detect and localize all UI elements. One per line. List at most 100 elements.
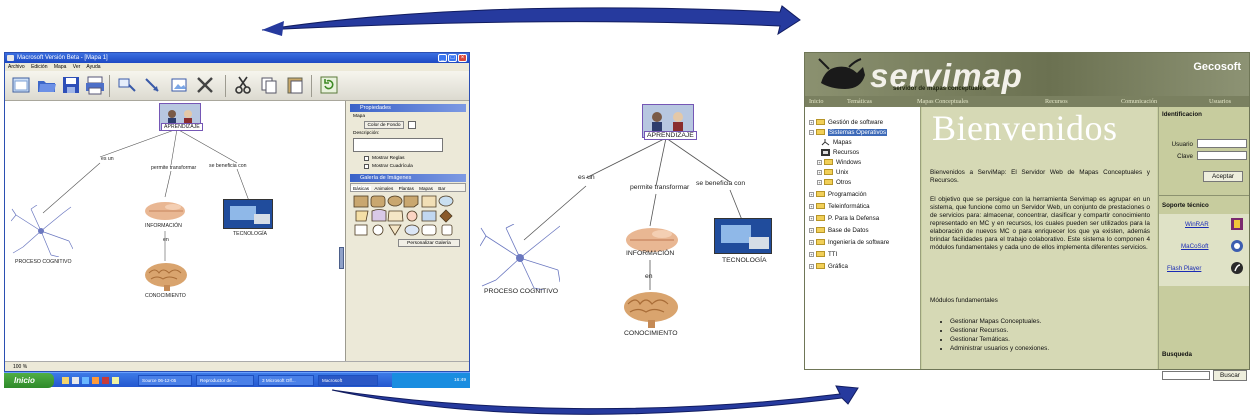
tree-item-teleinformatica[interactable]: + Teleinformática: [809, 203, 870, 210]
password-input[interactable]: [1197, 151, 1247, 160]
task-source[interactable]: Source 06-12-05: [138, 375, 192, 386]
nav-mapas-conceptuales[interactable]: Mapas Conceptuales: [917, 96, 968, 107]
tab-basicas[interactable]: Básicas: [351, 186, 372, 191]
start-button[interactable]: Inicio: [4, 373, 54, 388]
shape-gallery[interactable]: [352, 194, 464, 238]
search-input[interactable]: [1162, 371, 1210, 380]
accept-button[interactable]: Aceptar: [1203, 171, 1243, 182]
search-button[interactable]: Buscar: [1213, 370, 1247, 381]
refresh-icon[interactable]: [319, 75, 339, 95]
expand-icon[interactable]: +: [809, 239, 814, 245]
zoom-level[interactable]: 100 %: [13, 364, 27, 370]
flash-player-link[interactable]: Flash Player: [1167, 265, 1201, 272]
menu-mapa[interactable]: Mapa: [54, 64, 67, 70]
menu-edicion[interactable]: Edición: [31, 64, 47, 70]
user-input[interactable]: [1197, 139, 1247, 148]
show-grid-checkbox[interactable]: [364, 164, 369, 169]
open-folder-icon[interactable]: [37, 75, 57, 95]
resources-icon: [821, 149, 830, 156]
show-rulers-checkbox[interactable]: [364, 156, 369, 161]
tab-plantas[interactable]: Plantas: [397, 186, 416, 191]
minimize-icon[interactable]: _: [438, 54, 447, 62]
concept-tool-icon[interactable]: [117, 75, 137, 95]
clock[interactable]: 16:49: [454, 378, 466, 383]
tree-item-unix[interactable]: + Unix: [817, 169, 848, 176]
delete-icon[interactable]: [195, 75, 215, 95]
divider: [1159, 195, 1249, 196]
tab-animales[interactable]: Animales: [372, 186, 395, 191]
expand-icon[interactable]: +: [817, 179, 822, 185]
center-proceso-cognitivo-label: PROCESO COGNITIVO: [484, 288, 559, 295]
tecnologia-image[interactable]: [223, 199, 273, 229]
tree-item-tti[interactable]: + TTI: [809, 251, 837, 258]
expand-icon[interactable]: +: [817, 169, 822, 175]
customize-gallery-button[interactable]: Personalizar Galería: [398, 239, 460, 247]
site-subtitle: servidor de mapas conceptuales: [893, 86, 987, 92]
tree-item-gestion-software[interactable]: + Gestión de software: [809, 119, 883, 126]
center-tecnologia-image[interactable]: [714, 218, 772, 254]
splitter-handle[interactable]: [339, 247, 344, 269]
new-map-icon[interactable]: [11, 75, 31, 95]
expand-icon[interactable]: +: [809, 263, 814, 269]
menu-ver[interactable]: Ver: [73, 64, 81, 70]
collapse-icon[interactable]: −: [809, 129, 814, 135]
folder-icon: [824, 159, 833, 166]
tree-item-mapas[interactable]: Mapas: [821, 139, 852, 146]
menu-ayuda[interactable]: Ayuda: [86, 64, 100, 70]
welcome-heading: Bienvenidos: [932, 108, 1118, 148]
macosoft-link[interactable]: MaCoSoft: [1181, 243, 1209, 250]
folder-open-icon: [816, 129, 825, 136]
nav-comunicacion[interactable]: Comunicación: [1121, 96, 1157, 107]
task-reproductor[interactable]: Reproductor de ...: [196, 375, 254, 386]
hand-image-icon[interactable]: [143, 197, 187, 223]
description-field[interactable]: [353, 138, 443, 152]
nav-usuarios[interactable]: Usuarios: [1209, 96, 1231, 107]
save-icon[interactable]: [61, 75, 81, 95]
image-node-icon[interactable]: [169, 75, 189, 95]
nav-recursos[interactable]: Recursos: [1045, 96, 1068, 107]
task-macrosoft[interactable]: Macrosoft: [318, 375, 378, 386]
print-icon[interactable]: [85, 75, 105, 95]
expand-icon[interactable]: +: [817, 159, 822, 165]
center-neuron-image-icon[interactable]: [480, 224, 560, 290]
map-canvas[interactable]: APRENDIZAJE es un permite transformar se…: [5, 101, 345, 361]
center-informacion-label: INFORMACIÓN: [626, 250, 675, 257]
close-icon[interactable]: ×: [458, 54, 467, 62]
tree-item-defensa[interactable]: + P. Para la Defensa: [809, 215, 879, 222]
task-microsoft-office[interactable]: 3 Microsoft Off...: [258, 375, 314, 386]
nav-tematicas[interactable]: Temáticas: [847, 96, 872, 107]
tree-item-ingenieria-software[interactable]: + Ingeniería de software: [809, 239, 889, 246]
expand-icon[interactable]: +: [809, 215, 814, 221]
tree-item-grafica[interactable]: + Gráfica: [809, 263, 848, 270]
expand-icon[interactable]: +: [809, 251, 814, 257]
winrar-link[interactable]: WinRAR: [1185, 221, 1209, 228]
paste-icon[interactable]: [285, 75, 305, 95]
tree-item-programacion[interactable]: + Programación: [809, 191, 867, 198]
menu-archivo[interactable]: Archivo: [8, 64, 25, 70]
window-titlebar[interactable]: Macrosoft Versión Beta - [Mapa 1] _ □ ×: [5, 53, 469, 63]
expand-icon[interactable]: +: [809, 119, 814, 125]
center-computer-photo-icon: [715, 219, 771, 253]
brain-image-icon[interactable]: [143, 261, 189, 291]
nav-inicio[interactable]: Inicio: [809, 96, 823, 107]
background-color-button[interactable]: Color de Fondo: [364, 121, 404, 129]
copy-icon[interactable]: [259, 75, 279, 95]
expand-icon[interactable]: +: [809, 203, 814, 209]
tree-item-base-datos[interactable]: + Base de Datos: [809, 227, 869, 234]
tree-item-otros[interactable]: + Otros: [817, 179, 851, 186]
color-swatch[interactable]: [408, 121, 416, 129]
tab-mapas[interactable]: Mapas: [417, 186, 435, 191]
tree-item-sistemas-operativos[interactable]: − Sistemas Operativos: [809, 129, 888, 136]
quick-launch-icons[interactable]: [60, 376, 136, 385]
center-brain-image-icon[interactable]: [622, 290, 680, 328]
expand-icon[interactable]: +: [809, 227, 814, 233]
tree-item-windows[interactable]: + Windows: [817, 159, 861, 166]
right-sidebar: Identificacion Usuario Clave Aceptar Sop…: [1158, 107, 1249, 381]
neuron-image-icon[interactable]: [11, 205, 73, 257]
tab-bar[interactable]: Bar: [436, 186, 447, 191]
tree-item-recursos[interactable]: Recursos: [821, 149, 859, 156]
maximize-icon[interactable]: □: [448, 54, 457, 62]
expand-icon[interactable]: +: [809, 191, 814, 197]
link-tool-icon[interactable]: [143, 75, 163, 95]
cut-icon[interactable]: [233, 75, 253, 95]
